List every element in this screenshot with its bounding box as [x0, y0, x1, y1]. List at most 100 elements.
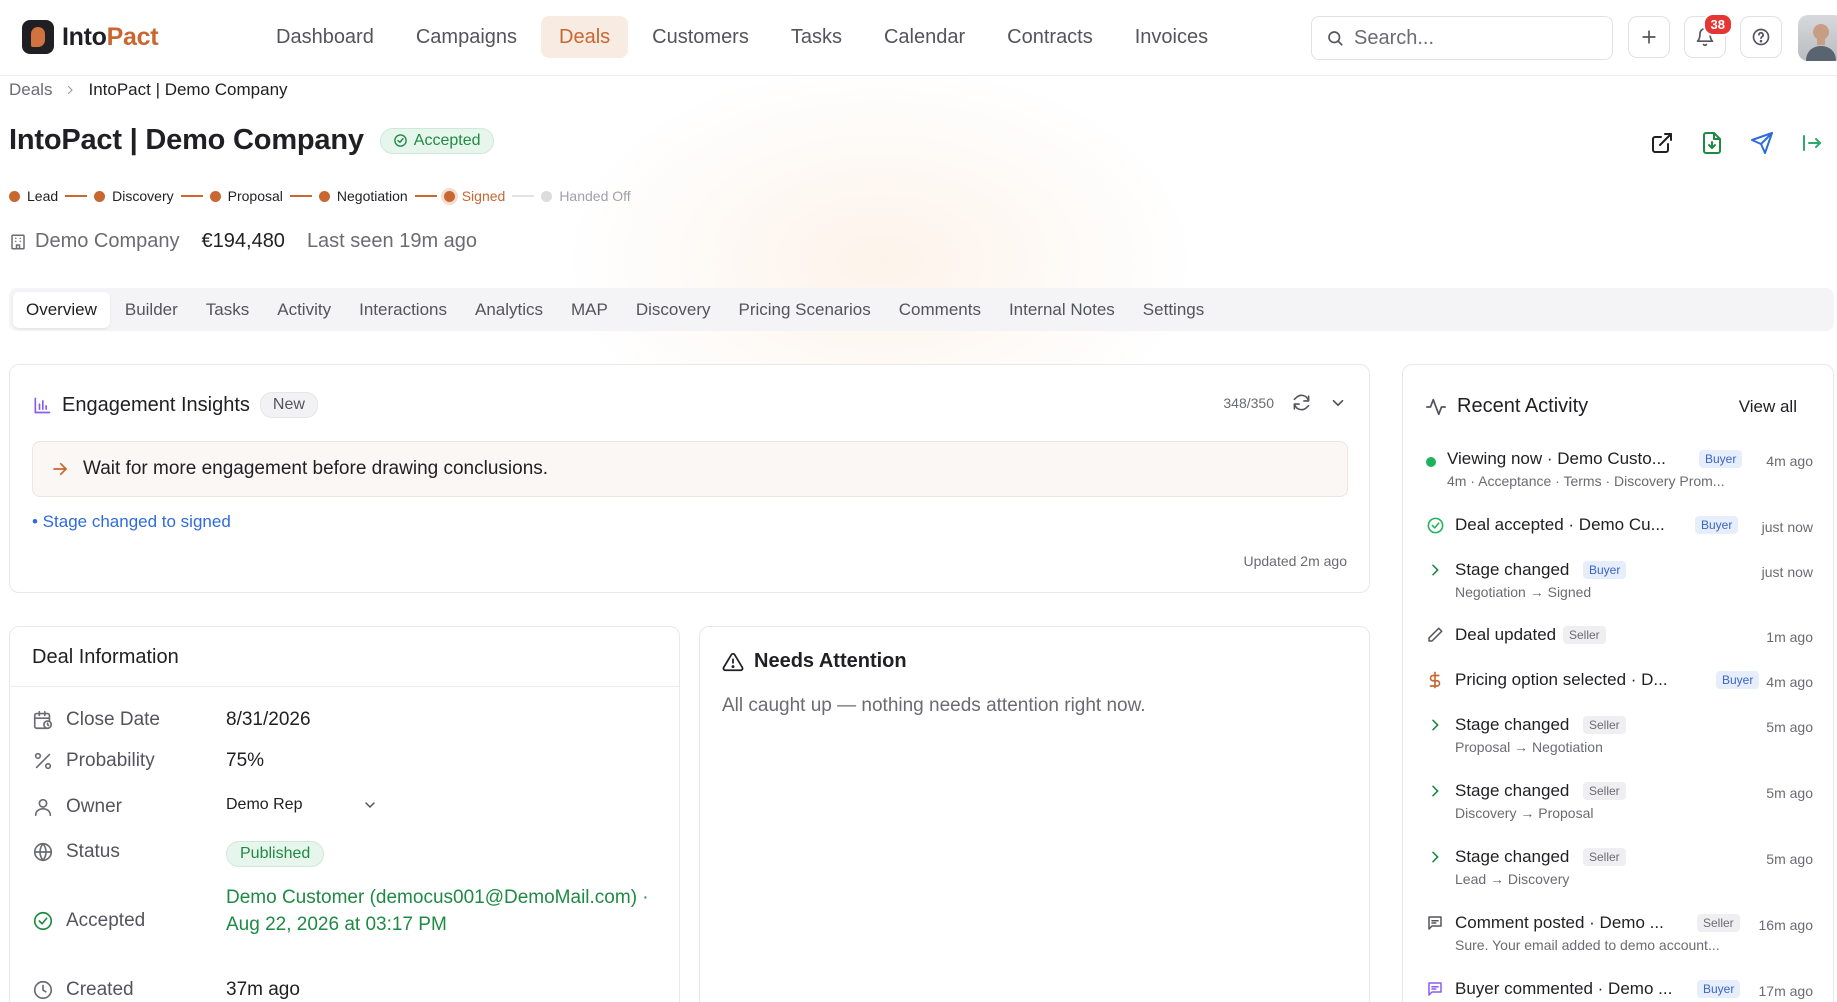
chevron-right-icon: [64, 84, 76, 96]
tab-settings[interactable]: Settings: [1130, 292, 1217, 328]
activity-detail: Sure. Your email added to demo account..…: [1455, 937, 1720, 953]
activity-detail: Negotiation → Signed: [1455, 584, 1592, 600]
role-badge: Seller: [1697, 914, 1740, 932]
nav-item-calendar[interactable]: Calendar: [866, 16, 983, 58]
nav-item-customers[interactable]: Customers: [634, 16, 767, 58]
check-circle-icon: [1425, 515, 1445, 535]
send-icon[interactable]: [1750, 131, 1774, 155]
tab-comments[interactable]: Comments: [886, 292, 994, 328]
owner-value: Demo Rep: [226, 796, 303, 813]
deal-company-name: Demo Company: [35, 230, 180, 252]
role-badge: Seller: [1583, 782, 1626, 800]
download-file-icon[interactable]: [1700, 131, 1724, 155]
search-icon: [1326, 29, 1344, 47]
nav-item-campaigns[interactable]: Campaigns: [398, 16, 535, 58]
tab-map[interactable]: MAP: [558, 292, 621, 328]
tab-tasks[interactable]: Tasks: [193, 292, 262, 328]
warning-triangle-icon: [722, 651, 744, 673]
stage-discovery: Discovery: [94, 188, 174, 204]
tab-interactions[interactable]: Interactions: [346, 292, 460, 328]
tab-builder[interactable]: Builder: [112, 292, 191, 328]
accepted-label-text: Accepted: [66, 910, 146, 931]
status-badge-label: Accepted: [413, 131, 481, 149]
owner-select[interactable]: Demo Rep: [226, 796, 378, 814]
recent-activity-card: Recent Activity View all Viewing now · D…: [1402, 364, 1834, 1002]
percent-icon: [32, 750, 54, 772]
tab-analytics[interactable]: Analytics: [462, 292, 556, 328]
deal-actions: [1650, 131, 1824, 155]
calendar-clock-icon: [32, 709, 54, 731]
nav-item-contracts[interactable]: Contracts: [989, 16, 1111, 58]
hand-off-icon[interactable]: [1800, 131, 1824, 155]
nav-item-invoices[interactable]: Invoices: [1117, 16, 1226, 58]
stage-connector: [180, 195, 203, 197]
refresh-icon[interactable]: [1292, 393, 1311, 412]
probability-value: 75%: [226, 750, 265, 771]
accepted-label: Accepted: [32, 910, 226, 932]
status-label: Status: [32, 841, 226, 863]
breadcrumb-deals-link[interactable]: Deals: [9, 80, 52, 100]
user-avatar[interactable]: [1798, 15, 1837, 61]
engagement-insights-card: Engagement Insights New 348/350 Wait for…: [9, 364, 1370, 593]
role-badge: Seller: [1583, 848, 1626, 866]
stage-connector: [512, 195, 535, 197]
notifications-button[interactable]: 38: [1684, 13, 1733, 58]
brand-logo[interactable]: IntoPact: [22, 20, 159, 54]
tab-activity[interactable]: Activity: [264, 292, 344, 328]
page-title: IntoPact | Demo Company: [9, 124, 364, 156]
created-label: Created: [32, 979, 226, 1001]
deal-header: IntoPact | Demo Company Accepted: [9, 124, 494, 157]
help-button[interactable]: [1740, 16, 1782, 58]
owner-row: Owner Demo Rep: [32, 796, 378, 818]
tab-internal-notes[interactable]: Internal Notes: [996, 292, 1128, 328]
role-badge: Seller: [1583, 716, 1626, 734]
nav-item-tasks[interactable]: Tasks: [773, 16, 860, 58]
deal-information-card: Deal Information Close Date 8/31/2026 Pr…: [9, 626, 680, 1002]
probability-label-text: Probability: [66, 750, 155, 771]
chevron-down-icon[interactable]: [1329, 394, 1347, 412]
activity-title: Recent Activity: [1457, 395, 1589, 417]
breadcrumb-current: IntoPact | Demo Company: [88, 80, 288, 99]
probability-row: Probability 75%: [32, 750, 264, 772]
insights-updated: Updated 2m ago: [1243, 553, 1347, 569]
stage-connector: [289, 195, 312, 197]
view-all-link[interactable]: View all: [1739, 397, 1797, 417]
activity-title: Deal accepted · Demo Cu...: [1455, 515, 1665, 534]
published-badge: Published: [226, 841, 325, 867]
nav-item-dashboard[interactable]: Dashboard: [258, 16, 392, 58]
deal-last-seen: Last seen 19m ago: [306, 230, 478, 252]
stage-dot: [9, 190, 20, 202]
chevron-right-icon: [1425, 847, 1445, 867]
activity-title: Pricing option selected · D...: [1455, 670, 1668, 689]
activity-detail: Proposal → Negotiation: [1455, 739, 1603, 755]
insight-message: Wait for more engagement before drawing …: [83, 458, 549, 479]
stage-label: Proposal: [227, 188, 283, 204]
insights-title: Engagement Insights: [62, 393, 250, 416]
search-input[interactable]: [1354, 26, 1594, 50]
add-button[interactable]: [1628, 16, 1670, 58]
stage-connector: [65, 195, 88, 197]
chevron-down-icon: [362, 797, 378, 813]
close-date-value: 8/31/2026: [226, 709, 311, 730]
stage-negotiation: Negotiation: [318, 188, 408, 204]
activity-detail: Lead → Discovery: [1455, 871, 1570, 887]
stage-label: Signed: [461, 188, 506, 204]
accepted-row: Accepted Demo Customer (democus001@DemoM…: [32, 884, 666, 938]
stage-connector: [414, 195, 437, 197]
search-box: [1311, 16, 1613, 60]
activity-title: Viewing now · Demo Custo...: [1447, 449, 1666, 468]
check-circle-icon: [393, 133, 408, 148]
activity-title: Stage changed: [1455, 560, 1570, 579]
deal-info-title: Deal Information: [32, 646, 179, 668]
pencil-icon: [1425, 625, 1445, 645]
activity-pulse-icon: [1425, 396, 1447, 418]
nav-item-deals[interactable]: Deals: [541, 16, 629, 58]
stage-label: Discovery: [112, 188, 174, 204]
tab-pricing-scenarios[interactable]: Pricing Scenarios: [725, 292, 883, 328]
activity-time: 5m ago: [1766, 851, 1813, 867]
activity-time: 5m ago: [1766, 785, 1813, 801]
tab-overview[interactable]: Overview: [13, 291, 110, 328]
tab-discovery[interactable]: Discovery: [623, 292, 724, 328]
breadcrumb: Deals IntoPact | Demo Company: [9, 80, 288, 100]
open-external-icon[interactable]: [1650, 131, 1674, 155]
